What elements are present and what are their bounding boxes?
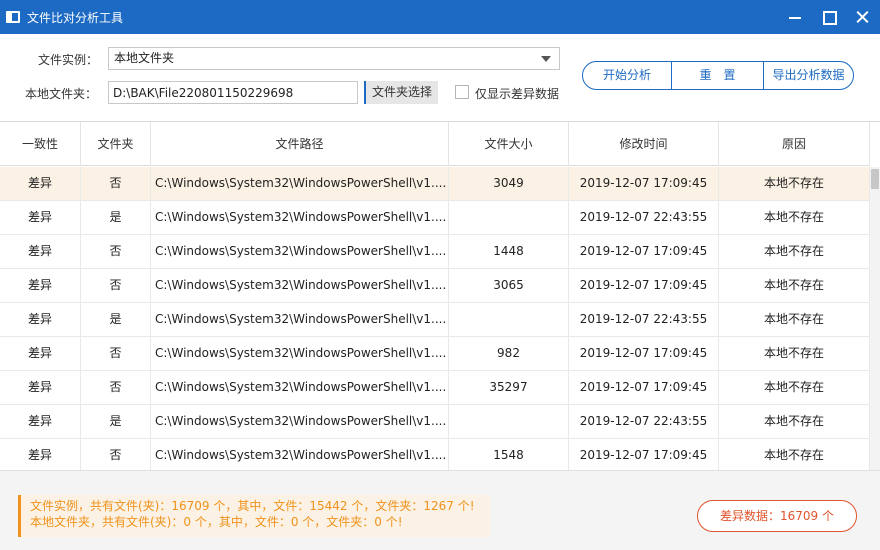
cell-consistency: 差异 — [0, 439, 81, 470]
export-data-button[interactable]: 导出分析数据 — [763, 62, 853, 89]
cell-path: C:\Windows\System32\WindowsPowerShell\v1… — [151, 201, 449, 234]
folder-path-input[interactable] — [108, 81, 358, 104]
close-icon[interactable] — [846, 0, 880, 34]
column-header-path[interactable]: 文件路径 — [151, 122, 449, 166]
cell-modified: 2019-12-07 17:09:45 — [569, 371, 719, 404]
cell-reason: 本地不存在 — [719, 405, 870, 438]
summary-panel: 文件实例，共有文件(夹)：16709 个，其中，文件：15442 个，文件夹：1… — [18, 495, 490, 537]
action-button-group: 开始分析 重 置 导出分析数据 — [582, 61, 854, 90]
cell-consistency: 差异 — [0, 371, 81, 404]
folder-label: 本地文件夹： — [25, 87, 98, 101]
cell-size: 3065 — [449, 269, 569, 302]
vertical-scrollbar[interactable] — [870, 167, 880, 470]
cell-reason: 本地不存在 — [719, 235, 870, 268]
cell-consistency: 差异 — [0, 269, 81, 302]
table-row[interactable]: 差异 是 C:\Windows\System32\WindowsPowerShe… — [0, 303, 870, 337]
cell-consistency: 差异 — [0, 405, 81, 438]
cell-reason: 本地不存在 — [719, 303, 870, 336]
cell-consistency: 差异 — [0, 235, 81, 268]
cell-size: 982 — [449, 337, 569, 370]
cell-size — [449, 201, 569, 234]
cell-reason: 本地不存在 — [719, 201, 870, 234]
cell-reason: 本地不存在 — [719, 371, 870, 404]
table-row[interactable]: 差异 否 C:\Windows\System32\WindowsPowerShe… — [0, 439, 870, 470]
diff-count-button[interactable]: 差异数据：16709 个 — [697, 500, 857, 532]
cell-size: 1548 — [449, 439, 569, 470]
browse-folder-button[interactable]: 文件夹选择 — [364, 81, 438, 104]
cell-modified: 2019-12-07 17:09:45 — [569, 167, 719, 200]
cell-path: C:\Windows\System32\WindowsPowerShell\v1… — [151, 269, 449, 302]
instance-select-value: 本地文件夹 — [114, 51, 175, 65]
cell-modified: 2019-12-07 17:09:45 — [569, 439, 719, 470]
cell-reason: 本地不存在 — [719, 439, 870, 470]
cell-modified: 2019-12-07 17:09:45 — [569, 337, 719, 370]
cell-is-folder: 否 — [81, 371, 151, 404]
table-row[interactable]: 差异 是 C:\Windows\System32\WindowsPowerShe… — [0, 201, 870, 235]
cell-reason: 本地不存在 — [719, 167, 870, 200]
cell-modified: 2019-12-07 17:09:45 — [569, 269, 719, 302]
status-footer: 文件实例，共有文件(夹)：16709 个，其中，文件：15442 个，文件夹：1… — [0, 470, 880, 550]
cell-consistency: 差异 — [0, 303, 81, 336]
cell-consistency: 差异 — [0, 201, 81, 234]
cell-path: C:\Windows\System32\WindowsPowerShell\v1… — [151, 167, 449, 200]
only-diff-checkbox[interactable] — [455, 85, 469, 99]
cell-reason: 本地不存在 — [719, 337, 870, 370]
minimize-icon[interactable] — [778, 0, 812, 34]
cell-size — [449, 303, 569, 336]
table-row[interactable]: 差异 是 C:\Windows\System32\WindowsPowerShe… — [0, 405, 870, 439]
table-row[interactable]: 差异 否 C:\Windows\System32\WindowsPowerShe… — [0, 371, 870, 405]
cell-size — [449, 405, 569, 438]
cell-is-folder: 否 — [81, 269, 151, 302]
window-controls — [778, 0, 880, 34]
instance-select[interactable]: 本地文件夹 — [108, 47, 560, 70]
cell-is-folder: 否 — [81, 167, 151, 200]
title-bar: 文件比对分析工具 — [0, 0, 880, 34]
start-analysis-button[interactable]: 开始分析 — [583, 62, 671, 89]
cell-reason: 本地不存在 — [719, 269, 870, 302]
column-header-reason[interactable]: 原因 — [719, 122, 870, 166]
cell-modified: 2019-12-07 22:43:55 — [569, 405, 719, 438]
cell-is-folder: 是 — [81, 405, 151, 438]
column-header-is-folder[interactable]: 文件夹 — [81, 122, 151, 166]
column-header-consistency[interactable]: 一致性 — [0, 122, 81, 166]
results-table: 一致性 文件夹 文件路径 文件大小 修改时间 原因 差异 否 C:\Window… — [0, 121, 880, 470]
cell-is-folder: 是 — [81, 303, 151, 336]
cell-consistency: 差异 — [0, 337, 81, 370]
cell-size: 1448 — [449, 235, 569, 268]
cell-path: C:\Windows\System32\WindowsPowerShell\v1… — [151, 235, 449, 268]
cell-modified: 2019-12-07 22:43:55 — [569, 201, 719, 234]
cell-path: C:\Windows\System32\WindowsPowerShell\v1… — [151, 439, 449, 470]
cell-modified: 2019-12-07 22:43:55 — [569, 303, 719, 336]
cell-path: C:\Windows\System32\WindowsPowerShell\v1… — [151, 303, 449, 336]
column-header-size[interactable]: 文件大小 — [449, 122, 569, 166]
cell-is-folder: 是 — [81, 201, 151, 234]
only-diff-label: 仅显示差异数据 — [475, 87, 560, 101]
summary-local-text: 本地文件夹，共有文件(夹)：0 个，其中，文件：0 个，文件夹：0 个! — [30, 515, 403, 529]
app-icon — [6, 11, 20, 23]
table-row[interactable]: 差异 否 C:\Windows\System32\WindowsPowerShe… — [0, 235, 870, 269]
scrollbar-thumb[interactable] — [871, 169, 879, 189]
cell-is-folder: 否 — [81, 439, 151, 470]
cell-is-folder: 否 — [81, 337, 151, 370]
table-row[interactable]: 差异 否 C:\Windows\System32\WindowsPowerShe… — [0, 167, 870, 201]
reset-button[interactable]: 重 置 — [671, 62, 763, 89]
instance-label: 文件实例： — [38, 53, 99, 67]
cell-path: C:\Windows\System32\WindowsPowerShell\v1… — [151, 405, 449, 438]
table-row[interactable]: 差异 否 C:\Windows\System32\WindowsPowerShe… — [0, 337, 870, 371]
cell-consistency: 差异 — [0, 167, 81, 200]
cell-size: 3049 — [449, 167, 569, 200]
table-body: 差异 否 C:\Windows\System32\WindowsPowerShe… — [0, 167, 870, 470]
window-title: 文件比对分析工具 — [27, 10, 124, 25]
cell-path: C:\Windows\System32\WindowsPowerShell\v1… — [151, 371, 449, 404]
cell-modified: 2019-12-07 17:09:45 — [569, 235, 719, 268]
maximize-icon[interactable] — [812, 0, 846, 34]
table-row[interactable]: 差异 否 C:\Windows\System32\WindowsPowerShe… — [0, 269, 870, 303]
cell-size: 35297 — [449, 371, 569, 404]
cell-is-folder: 否 — [81, 235, 151, 268]
chevron-down-icon — [541, 56, 551, 62]
table-header: 一致性 文件夹 文件路径 文件大小 修改时间 原因 — [0, 122, 870, 166]
column-header-modified[interactable]: 修改时间 — [569, 122, 719, 166]
cell-path: C:\Windows\System32\WindowsPowerShell\v1… — [151, 337, 449, 370]
summary-instance-text: 文件实例，共有文件(夹)：16709 个，其中，文件：15442 个，文件夹：1… — [30, 499, 475, 513]
